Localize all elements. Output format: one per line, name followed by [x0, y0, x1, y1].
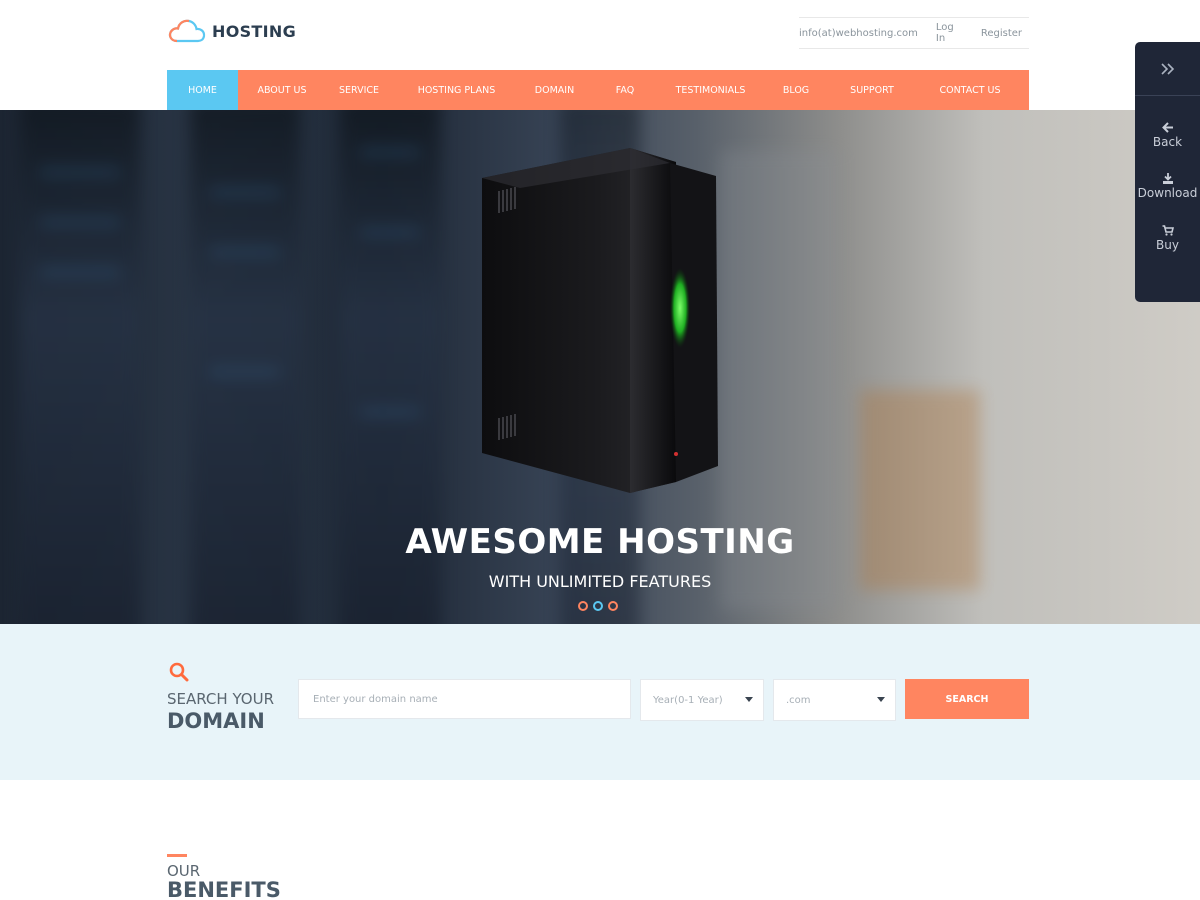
nav-item-testimonials[interactable]: TESTIMONIALS — [662, 70, 759, 110]
side-back-label: Back — [1152, 135, 1183, 149]
hero-title: AWESOME HOSTING — [405, 522, 795, 562]
benefits-accent-rule — [167, 854, 187, 857]
search-button[interactable]: SEARCH — [905, 679, 1029, 719]
chevron-down-icon — [745, 697, 753, 702]
download-icon — [1162, 173, 1173, 184]
email-link[interactable]: info(at)webhosting.com — [799, 28, 918, 39]
nav-item-hosting-plans[interactable]: HOSTING PLANS — [392, 70, 521, 110]
slider-dots — [578, 601, 618, 611]
double-chevron-right-icon — [1160, 62, 1174, 75]
hero-subtitle: WITH UNLIMITED FEATURES — [488, 572, 712, 591]
year-select-value: Year(0-1 Year) — [653, 694, 723, 706]
top-links: info(at)webhosting.com Log In Register — [799, 17, 1029, 49]
nav-item-faq[interactable]: FAQ — [588, 70, 662, 110]
slider-dot-3[interactable] — [608, 601, 618, 611]
nav-item-blog[interactable]: BLOG — [759, 70, 833, 110]
nav-item-support[interactable]: SUPPORT — [833, 70, 911, 110]
search-icon — [169, 662, 189, 682]
search-heading-line1: SEARCH YOUR — [167, 690, 275, 708]
side-download-button[interactable]: Download — [1135, 173, 1200, 200]
search-heading-line2: DOMAIN — [167, 709, 265, 733]
register-link[interactable]: Register — [981, 28, 1022, 39]
hero-slider: AWESOME HOSTING WITH UNLIMITED FEATURES — [0, 110, 1200, 624]
side-buy-button[interactable]: Buy — [1135, 225, 1200, 252]
logo-text: HOSTING — [212, 21, 297, 41]
tld-select-value: .com — [786, 694, 811, 706]
slider-dot-2[interactable] — [593, 601, 603, 611]
nav-item-service[interactable]: SERVICE — [326, 70, 392, 110]
side-back-button[interactable]: Back — [1135, 122, 1200, 149]
nav-item-about-us[interactable]: ABOUT US — [238, 70, 326, 110]
year-select[interactable]: Year(0-1 Year) — [640, 679, 764, 721]
site-header: HOSTING info(at)webhosting.com Log In Re… — [0, 0, 1200, 110]
side-panel-toggle[interactable] — [1135, 42, 1200, 96]
server-tower-image — [482, 148, 718, 493]
side-panel: Back Download Buy — [1135, 42, 1200, 302]
domain-input[interactable] — [298, 679, 631, 719]
tld-select[interactable]: .com — [773, 679, 896, 721]
side-buy-label: Buy — [1156, 238, 1179, 252]
arrow-left-icon — [1161, 122, 1173, 133]
main-nav: HOME ABOUT US SERVICE HOSTING PLANS DOMA… — [167, 70, 1029, 110]
chevron-down-icon — [877, 697, 885, 702]
nav-item-contact-us[interactable]: CONTACT US — [911, 70, 1029, 110]
cart-icon — [1162, 225, 1174, 236]
nav-item-home[interactable]: HOME — [167, 70, 238, 110]
cloud-icon — [168, 19, 206, 43]
nav-item-domain[interactable]: DOMAIN — [521, 70, 588, 110]
logo[interactable]: HOSTING — [168, 18, 296, 44]
login-link[interactable]: Log In — [936, 22, 963, 44]
slider-dot-1[interactable] — [578, 601, 588, 611]
benefits-heading-line2: BENEFITS — [167, 878, 281, 900]
side-download-label: Download — [1137, 186, 1198, 200]
